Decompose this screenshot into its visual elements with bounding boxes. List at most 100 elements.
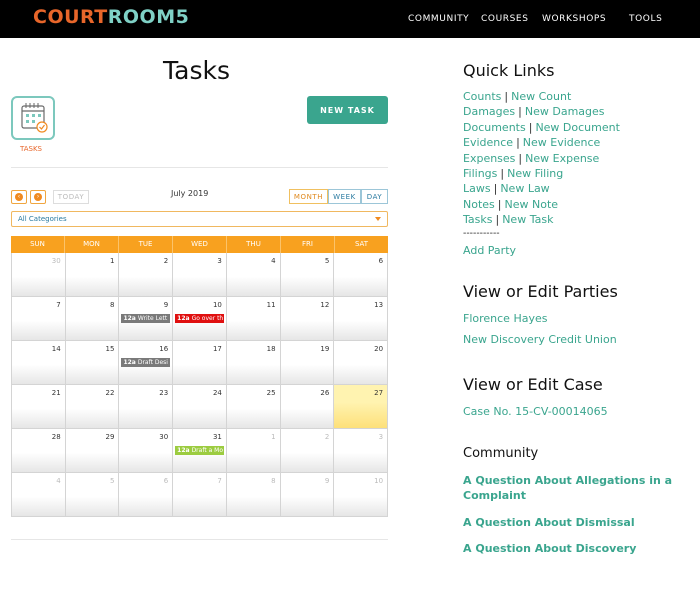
community-heading: Community (463, 446, 539, 461)
day-number: 4 (56, 477, 61, 485)
day-number: 10 (374, 477, 384, 485)
community-question-link[interactable]: A Question About Discovery (463, 541, 673, 556)
today-button[interactable]: TODAY (53, 190, 89, 204)
calendar-day[interactable]: 13 (334, 297, 389, 341)
party-link[interactable]: New Discovery Credit Union (463, 333, 617, 346)
calendar-day[interactable]: 4 (226, 253, 281, 297)
new-task-button[interactable]: NEW TASK (307, 96, 388, 124)
weekday-label: THU (227, 236, 281, 253)
quick-link-list[interactable]: Evidence (463, 136, 513, 149)
quick-link-list[interactable]: Documents (463, 121, 526, 134)
calendar-day[interactable]: 3 (334, 429, 389, 473)
quick-link-row: Expenses | New Expense (463, 152, 599, 165)
calendar-day[interactable]: 23 (119, 385, 174, 429)
calendar-day[interactable]: 30 (119, 429, 174, 473)
nav-workshops[interactable]: WORKSHOPS (542, 14, 606, 24)
month-view-button[interactable]: MONTH (289, 189, 328, 204)
top-navbar: COURTROOM5 COMMUNITY COURSES WORKSHOPS T… (0, 0, 700, 38)
day-number: 21 (51, 389, 61, 397)
day-number: 27 (374, 389, 384, 397)
calendar-day[interactable]: 1 (226, 429, 281, 473)
calendar-day[interactable]: 24 (173, 385, 227, 429)
calendar-day[interactable]: 17 (173, 341, 227, 385)
calendar-day[interactable]: 8 (226, 473, 281, 517)
courtroom5-logo[interactable]: COURTROOM5 (33, 6, 189, 28)
quick-link-new[interactable]: New Damages (525, 105, 605, 118)
calendar-day[interactable]: 22 (65, 385, 120, 429)
calendar-day[interactable]: 31 12a Draft a Mo (173, 429, 227, 473)
quick-link-list[interactable]: Tasks (463, 213, 492, 226)
calendar-day[interactable]: 9 12a Write Lett (119, 297, 174, 341)
quick-link-list[interactable]: Counts (463, 90, 501, 103)
calendar-day[interactable]: 6 (119, 473, 174, 517)
calendar-event[interactable]: 12a Go over th (175, 314, 225, 323)
day-number: 17 (212, 345, 222, 353)
calendar-day[interactable]: 10 (334, 473, 389, 517)
calendar-day[interactable]: 25 (226, 385, 281, 429)
community-question-link[interactable]: A Question About Dismissal (463, 515, 673, 530)
calendar-event[interactable]: 12a Draft a Mo (175, 446, 225, 455)
tasks-calendar-icon[interactable] (11, 96, 55, 140)
category-select[interactable]: All Categories (11, 211, 388, 227)
nav-community[interactable]: COMMUNITY (408, 14, 469, 24)
nav-tools[interactable]: TOOLS (629, 14, 662, 24)
day-view-button[interactable]: DAY (361, 189, 388, 204)
calendar-day[interactable]: 28 (12, 429, 66, 473)
calendar-day[interactable]: 2 (280, 429, 335, 473)
party-link[interactable]: Florence Hayes (463, 312, 547, 325)
calendar-day[interactable]: 15 (65, 341, 120, 385)
calendar-day[interactable]: 5 (280, 253, 335, 297)
nav-courses[interactable]: COURSES (481, 14, 529, 24)
calendar-event[interactable]: 12a Draft Desi (121, 358, 171, 367)
calendar-day[interactable]: 3 (173, 253, 227, 297)
quick-link-new[interactable]: New Task (502, 213, 553, 226)
quick-link-list[interactable]: Damages (463, 105, 515, 118)
calendar-day[interactable]: 26 (280, 385, 335, 429)
quick-link-new[interactable]: New Count (511, 90, 571, 103)
next-month-button[interactable]: › (30, 190, 46, 204)
quick-link-new[interactable]: New Document (535, 121, 619, 134)
calendar-day[interactable]: 10 12a Go over th (173, 297, 227, 341)
quick-link-new[interactable]: New Law (500, 182, 549, 195)
day-number: 11 (266, 301, 276, 309)
quick-link-list[interactable]: Notes (463, 198, 495, 211)
calendar-day[interactable]: 9 (280, 473, 335, 517)
case-number-link[interactable]: Case No. 15-CV-00014065 (463, 405, 608, 418)
event-title: Draft Desi (137, 359, 168, 366)
calendar-day[interactable]: 5 (65, 473, 120, 517)
calendar-day[interactable]: 29 (65, 429, 120, 473)
week-view-button[interactable]: WEEK (328, 189, 361, 204)
event-title: Write Lett (137, 315, 168, 322)
current-month-label: July 2019 (171, 189, 209, 198)
calendar-day[interactable]: 21 (12, 385, 66, 429)
prev-month-button[interactable]: ‹ (11, 190, 27, 204)
quick-link-new[interactable]: New Expense (525, 152, 599, 165)
calendar-day[interactable]: 8 (65, 297, 120, 341)
community-question-link[interactable]: A Question About Allegations in a Compla… (463, 473, 673, 503)
calendar-day[interactable]: 11 (226, 297, 281, 341)
calendar-day[interactable]: 19 (280, 341, 335, 385)
calendar-day[interactable]: 20 (334, 341, 389, 385)
calendar-day[interactable]: 30 (12, 253, 66, 297)
calendar-day[interactable]: 14 (12, 341, 66, 385)
calendar-day[interactable]: 12 (280, 297, 335, 341)
calendar-day[interactable]: 2 (119, 253, 174, 297)
calendar-day[interactable]: 4 (12, 473, 66, 517)
add-party-link[interactable]: Add Party (463, 244, 516, 257)
calendar-day[interactable]: 1 (65, 253, 120, 297)
calendar-day-today[interactable]: 27 (334, 385, 389, 429)
day-number: 1 (271, 433, 276, 441)
quick-link-list[interactable]: Laws (463, 182, 491, 195)
calendar-day[interactable]: 6 (334, 253, 389, 297)
quick-link-new[interactable]: New Filing (507, 167, 563, 180)
quick-link-list[interactable]: Filings (463, 167, 497, 180)
calendar-event[interactable]: 12a Write Lett (121, 314, 171, 323)
quick-link-new[interactable]: New Note (505, 198, 559, 211)
day-number: 15 (105, 345, 115, 353)
calendar-day[interactable]: 7 (173, 473, 227, 517)
quick-link-new[interactable]: New Evidence (523, 136, 601, 149)
calendar-day[interactable]: 18 (226, 341, 281, 385)
quick-link-list[interactable]: Expenses (463, 152, 515, 165)
calendar-day[interactable]: 16 12a Draft Desi (119, 341, 174, 385)
calendar-day[interactable]: 7 (12, 297, 66, 341)
